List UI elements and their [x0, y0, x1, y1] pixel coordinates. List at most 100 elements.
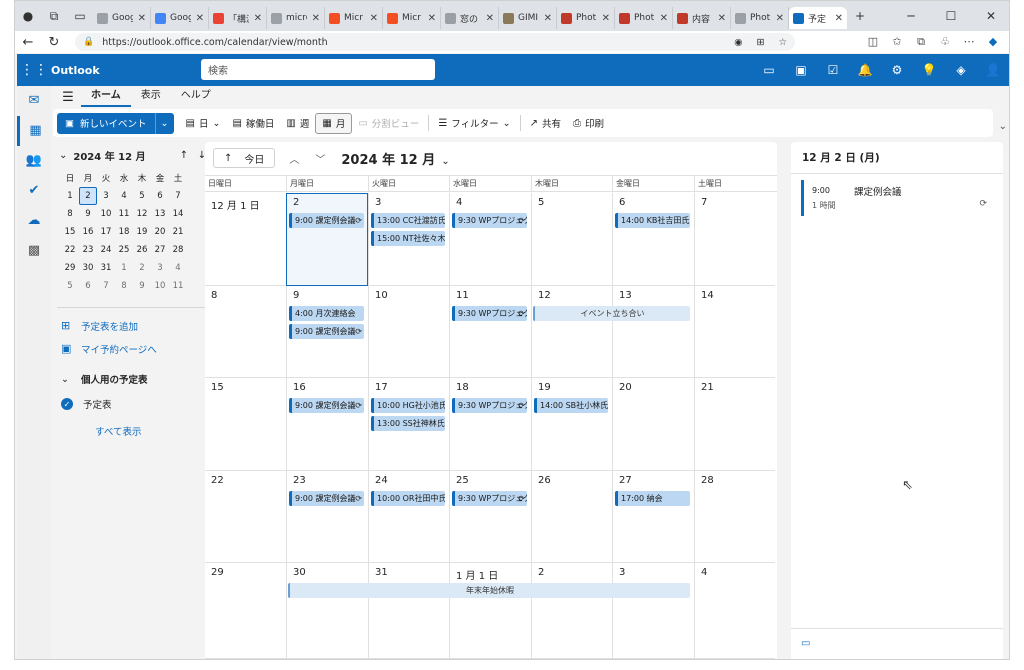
- day-cell[interactable]: 15: [205, 378, 286, 471]
- app-launcher-icon[interactable]: ⋮⋮: [17, 62, 51, 78]
- meeting-icon[interactable]: ▭: [801, 638, 810, 649]
- month-title[interactable]: 2024 年 12 月 ⌄: [341, 149, 449, 168]
- calendar-event[interactable]: 9:00 課定例会議 ⟳: [289, 213, 364, 228]
- address-bar[interactable]: 🔒 https://outlook.office.com/calendar/vi…: [75, 33, 795, 51]
- day-cell[interactable]: 13: [612, 286, 694, 378]
- onedrive-icon[interactable]: ☁: [17, 206, 51, 236]
- day-cell[interactable]: 2: [531, 563, 612, 659]
- day-cell[interactable]: 9 4:00 月次連絡会 9:00 課定例会議 ⟳: [286, 286, 368, 378]
- calendar-item[interactable]: ✓ 予定表: [53, 392, 211, 416]
- browser-tab[interactable]: Micr ✕: [325, 7, 383, 29]
- hamburger-icon[interactable]: ☰: [55, 90, 81, 105]
- close-tab-icon[interactable]: ✕: [196, 13, 204, 24]
- mini-day[interactable]: 15: [61, 223, 79, 241]
- show-all-link[interactable]: すべて表示: [53, 424, 211, 438]
- booking-page-link[interactable]: ▣ マイ予約ページへ: [53, 337, 211, 360]
- day-cell[interactable]: 4: [694, 563, 775, 659]
- tab-actions-icon[interactable]: ▭: [67, 4, 93, 28]
- copilot-icon[interactable]: ◆: [981, 35, 1005, 49]
- mini-day[interactable]: 9: [79, 205, 97, 223]
- day-cell[interactable]: 26: [531, 471, 612, 563]
- browser-tab[interactable]: 内容 ✕: [673, 7, 731, 29]
- mini-day[interactable]: 21: [169, 223, 187, 241]
- new-tab-button[interactable]: +: [847, 4, 873, 28]
- mini-day[interactable]: 5: [61, 277, 79, 295]
- today-button[interactable]: ↑ 今日: [213, 148, 276, 168]
- collections-icon[interactable]: ⧉: [909, 35, 933, 49]
- close-tab-icon[interactable]: ✕: [312, 13, 320, 24]
- day-cell[interactable]: 28: [694, 471, 775, 563]
- day-cell[interactable]: 3 13:00 CC社渡訪氏 15:00 NT社佐々木氏: [368, 193, 449, 286]
- close-tab-icon[interactable]: ✕: [544, 13, 552, 24]
- mini-day[interactable]: 8: [115, 277, 133, 295]
- ribbon-collapse-icon[interactable]: ⌄: [999, 121, 1007, 132]
- day-cell[interactable]: 30: [286, 563, 368, 659]
- share-button[interactable]: ↗ 共有: [524, 113, 567, 134]
- calendar-event[interactable]: 9:00 課定例会議 ⟳: [289, 491, 364, 506]
- day-cell[interactable]: 10: [368, 286, 449, 378]
- browser-tab[interactable]: Phot ✕: [615, 7, 673, 29]
- search-box[interactable]: ⌕ 検索: [201, 59, 435, 121]
- day-cell[interactable]: 5: [531, 193, 612, 286]
- mini-day[interactable]: 22: [61, 241, 79, 259]
- mini-day[interactable]: 30: [79, 259, 97, 277]
- mini-day[interactable]: 23: [79, 241, 97, 259]
- maximize-icon[interactable]: ☐: [931, 1, 971, 31]
- close-tab-icon[interactable]: ✕: [835, 13, 843, 24]
- split-screen-icon[interactable]: ◫: [861, 35, 885, 49]
- browser-tab[interactable]: GIMI ✕: [499, 7, 557, 29]
- mini-day[interactable]: 17: [97, 223, 115, 241]
- day-cell[interactable]: 11 9:30 WPプロジェクト⟳: [449, 286, 531, 378]
- mini-day[interactable]: 14: [169, 205, 187, 223]
- mini-day[interactable]: 18: [115, 223, 133, 241]
- mini-day[interactable]: 9: [133, 277, 151, 295]
- mini-day[interactable]: 27: [151, 241, 169, 259]
- day-cell[interactable]: 7: [694, 193, 775, 286]
- month-view-button[interactable]: ▦ 月: [315, 112, 353, 134]
- prev-month-icon[interactable]: ↑: [175, 150, 193, 161]
- day-cell[interactable]: 16 9:00 課定例会議 ⟳: [286, 378, 368, 471]
- minimize-icon[interactable]: ─: [891, 1, 931, 31]
- detail-event[interactable]: 9:00 1 時間 課定例会議 ⟳: [801, 180, 993, 216]
- calendar-icon[interactable]: ▦: [17, 116, 51, 146]
- calendar-event[interactable]: 17:00 納会: [615, 491, 690, 506]
- calendar-event[interactable]: 13:00 CC社渡訪氏: [371, 213, 445, 228]
- day-cell[interactable]: 19 14:00 SB社小林氏: [531, 378, 612, 471]
- day-cell[interactable]: 4 9:30 WPプロジェクト⟳: [449, 193, 531, 286]
- day-cell[interactable]: 20: [612, 378, 694, 471]
- mini-day[interactable]: 4: [169, 259, 187, 277]
- chevron-down-icon[interactable]: ⌄: [59, 150, 67, 161]
- day-cell[interactable]: 23 9:00 課定例会議 ⟳: [286, 471, 368, 563]
- calendar-event[interactable]: 9:30 WPプロジェクト⟳: [452, 398, 527, 413]
- mini-day[interactable]: 20: [151, 223, 169, 241]
- extensions-icon[interactable]: ♧: [933, 35, 957, 49]
- calendar-event[interactable]: 10:00 OR社田中氏: [371, 491, 445, 506]
- allday-event[interactable]: 年末年始休暇: [288, 583, 690, 598]
- calendar-event[interactable]: 9:00 課定例会議 ⟳: [289, 398, 364, 413]
- mini-day[interactable]: 8: [61, 205, 79, 223]
- mini-day[interactable]: 6: [151, 187, 169, 205]
- day-cell[interactable]: 25 9:30 WPプロジェクト⟳: [449, 471, 531, 563]
- mini-day[interactable]: 4: [115, 187, 133, 205]
- filter-button[interactable]: ☰ フィルター ⌄: [432, 113, 516, 134]
- app-icon[interactable]: ⊞: [757, 37, 765, 48]
- week-view-button[interactable]: ▥ 週: [280, 113, 315, 134]
- allday-event[interactable]: イベント立ち合い: [533, 306, 690, 321]
- new-event-button[interactable]: ▣ 新しいイベント ⌄: [57, 112, 174, 134]
- close-tab-icon[interactable]: ✕: [776, 13, 784, 24]
- close-tab-icon[interactable]: ✕: [486, 13, 494, 24]
- day-cell[interactable]: 8: [205, 286, 286, 378]
- favorites-icon[interactable]: ✩: [885, 35, 909, 49]
- mini-day[interactable]: 1: [115, 259, 133, 277]
- mail-icon[interactable]: ✉: [17, 86, 51, 116]
- browser-tab[interactable]: Micr ✕: [383, 7, 441, 29]
- split-view-button[interactable]: ▭ 分割ビュー: [352, 113, 425, 134]
- day-cell[interactable]: 24 10:00 OR社田中氏: [368, 471, 449, 563]
- day-cell[interactable]: 31: [368, 563, 449, 659]
- mini-day[interactable]: 29: [61, 259, 79, 277]
- mini-day[interactable]: 10: [151, 277, 169, 295]
- calendar-event[interactable]: 14:00 SB社小林氏: [534, 398, 608, 413]
- browser-tab[interactable]: Phot ✕: [731, 7, 789, 29]
- mini-day[interactable]: 6: [79, 277, 97, 295]
- mini-day[interactable]: 12: [133, 205, 151, 223]
